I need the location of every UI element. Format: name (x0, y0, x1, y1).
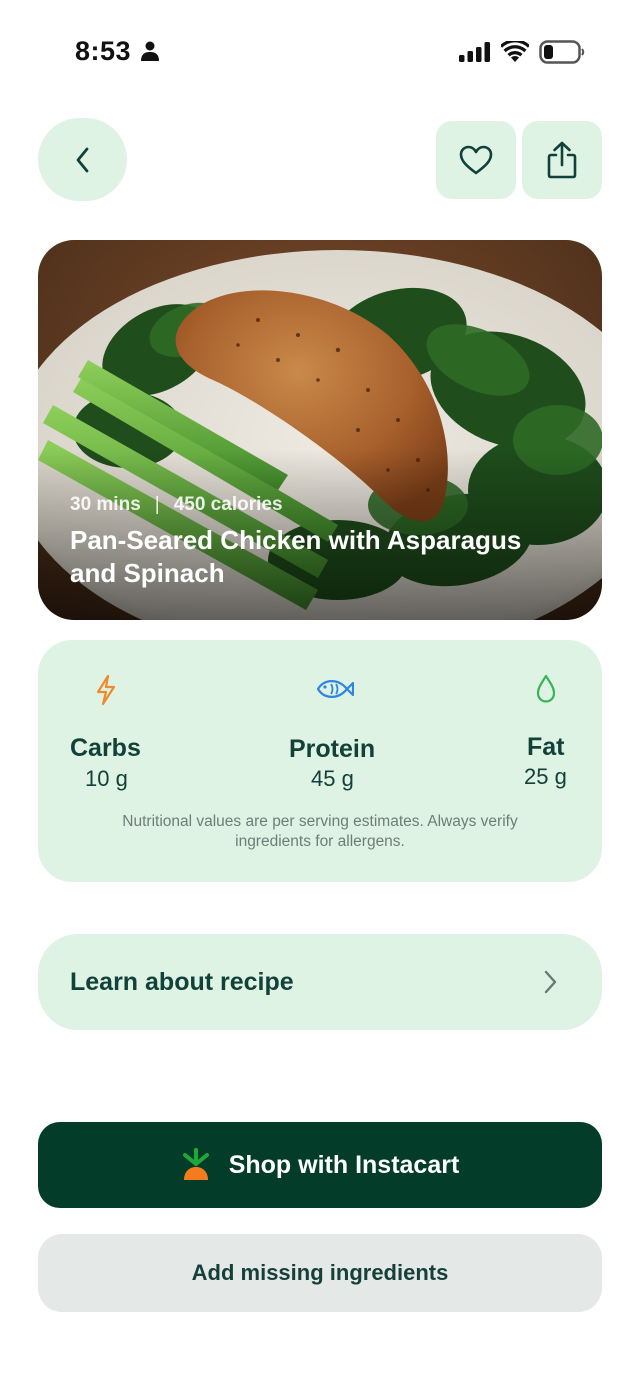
learn-label: Learn about recipe (70, 968, 294, 996)
chevron-right-icon (544, 970, 557, 994)
recipe-hero-image: 30 mins | 450 calories Pan-Seared Chicke… (38, 240, 602, 620)
droplet-icon (536, 674, 556, 703)
recipe-meta: 30 mins | 450 calories (70, 494, 283, 516)
favorite-button[interactable] (436, 121, 516, 199)
shop-label: Shop with Instacart (228, 1150, 460, 1179)
recipe-title: Pan-Seared Chicken with Asparagus and Sp… (70, 525, 522, 588)
recipe-calories: 450 calories (173, 494, 283, 515)
lightning-icon (96, 674, 116, 706)
status-bar: 8:53 (0, 0, 640, 100)
protein-value: 45 g (311, 766, 354, 791)
chevron-left-icon (76, 147, 88, 172)
carbs-value: 10 g (85, 766, 128, 791)
protein-label: Protein (289, 735, 376, 763)
fish-icon (316, 680, 354, 698)
nutrition-disclaimer: Nutritional values are per serving estim… (122, 813, 518, 850)
fat-value: 25 g (524, 764, 567, 789)
cellular-signal-icon (459, 42, 490, 62)
instacart-carrot-icon (182, 1148, 209, 1180)
wifi-icon (501, 41, 529, 62)
add-missing-ingredients-button[interactable]: Add missing ingredients (38, 1234, 602, 1312)
battery-icon (539, 40, 585, 64)
nutrition-card: Carbs 10 g Protein 45 g Fat 25 g Nutriti… (38, 640, 602, 882)
back-button[interactable] (38, 118, 127, 201)
status-time: 8:53 (75, 36, 132, 66)
carbs-label: Carbs (70, 734, 141, 762)
fat-label: Fat (527, 733, 565, 761)
shop-with-instacart-button[interactable]: Shop with Instacart (38, 1122, 602, 1208)
add-label: Add missing ingredients (191, 1260, 449, 1285)
share-icon (547, 141, 577, 179)
meta-separator: | (154, 494, 160, 515)
recipe-time: 30 mins (70, 494, 141, 515)
share-button[interactable] (522, 121, 602, 199)
heart-icon (459, 145, 493, 175)
person-icon (141, 41, 159, 61)
learn-about-recipe-button[interactable]: Learn about recipe (38, 934, 602, 1030)
